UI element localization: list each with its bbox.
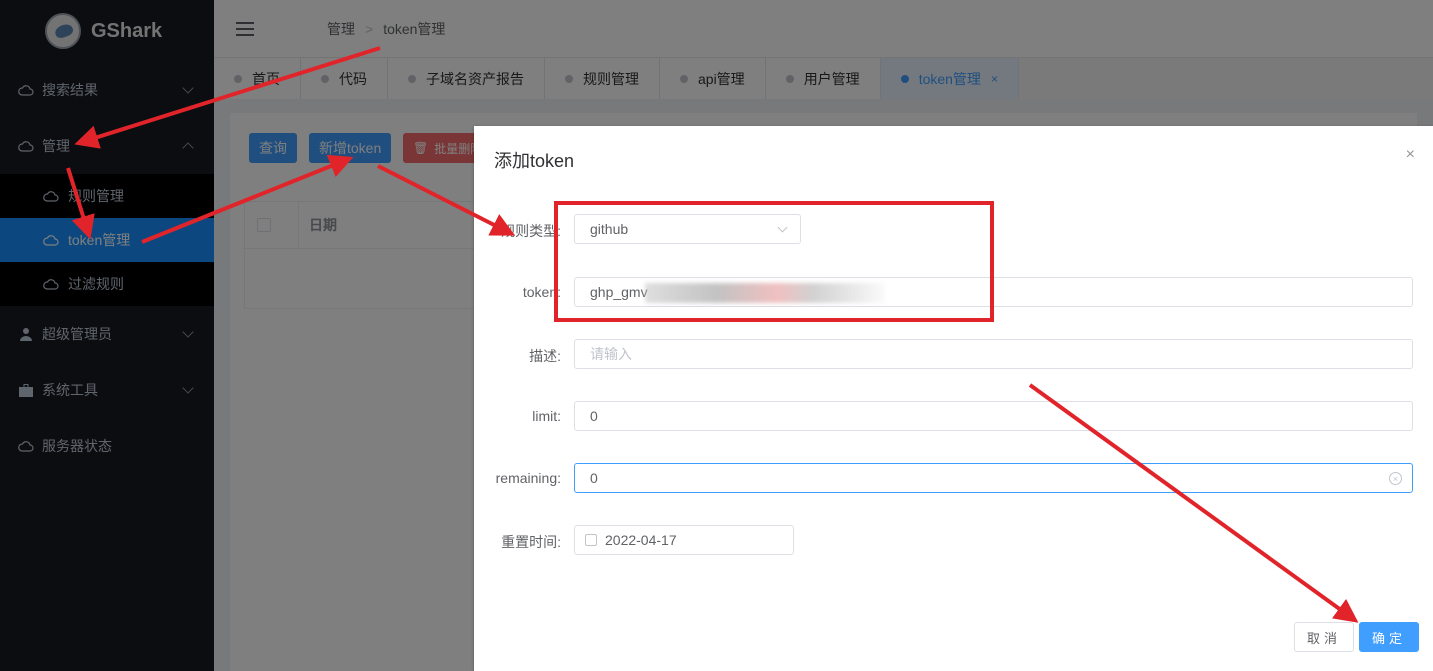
limit-value: 0 — [590, 408, 598, 424]
reset-time-value: 2022-04-17 — [605, 532, 677, 548]
highlight-box — [554, 201, 994, 322]
reset-time-datepicker[interactable]: 2022-04-17 — [574, 525, 794, 555]
clear-icon[interactable]: × — [1389, 472, 1402, 485]
calendar-icon — [585, 534, 597, 546]
remaining-input[interactable]: 0 × — [574, 463, 1413, 493]
rule-type-label: 规则类型: — [501, 223, 561, 239]
description-label: 描述: — [529, 348, 561, 364]
close-icon[interactable]: × — [1406, 146, 1415, 164]
description-placeholder: 请输入 — [590, 346, 632, 362]
cancel-button[interactable]: 取消 — [1294, 622, 1355, 652]
reset-time-label: 重置时间: — [501, 534, 561, 550]
dialog-title: 添加token — [494, 151, 575, 171]
limit-label: limit: — [532, 408, 561, 424]
remaining-label: remaining: — [495, 470, 561, 486]
description-input[interactable]: 请输入 — [574, 339, 1413, 369]
confirm-button[interactable]: 确定 — [1359, 622, 1420, 652]
limit-input[interactable]: 0 — [574, 401, 1413, 431]
remaining-value: 0 — [590, 470, 598, 486]
